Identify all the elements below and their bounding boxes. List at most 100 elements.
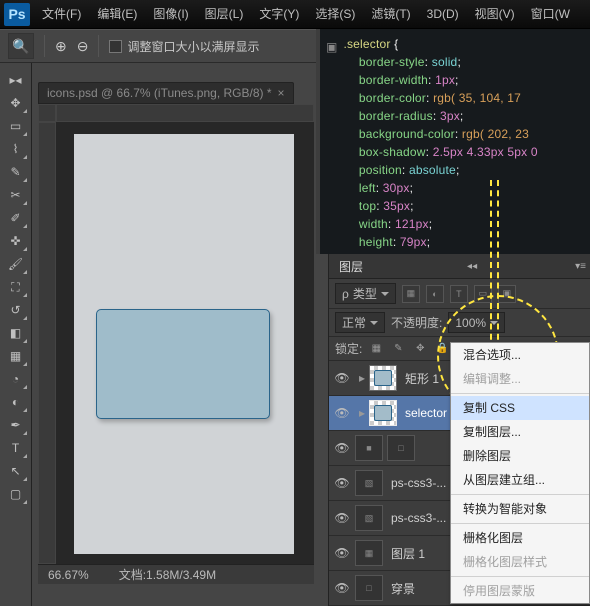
menu-convert-smart[interactable]: 转换为智能对象 (451, 497, 589, 521)
layers-tab[interactable]: 图层 (329, 258, 373, 275)
path-select-tool[interactable]: ↖ (4, 460, 28, 482)
menu-window[interactable]: 窗口(W (523, 0, 578, 29)
visibility-icon[interactable]: 👁 (329, 371, 355, 385)
visibility-icon[interactable]: 👁 (329, 441, 355, 455)
dodge-tool[interactable]: ◐ (4, 391, 28, 413)
gradient-tool[interactable]: ▦ (4, 345, 28, 367)
lock-position-icon[interactable]: ✥ (412, 341, 428, 357)
menu-edit[interactable]: 编辑(E) (89, 0, 145, 29)
menu-view[interactable]: 视图(V) (467, 0, 523, 29)
quick-select-tool[interactable]: ✎ (4, 161, 28, 183)
layer-thumb[interactable]: ▧ (355, 470, 383, 496)
separator (451, 494, 589, 495)
marquee-tool[interactable]: ▭ (4, 115, 28, 137)
current-tool-icon[interactable]: 🔍 (8, 33, 34, 59)
eyedropper-tool[interactable]: ✐ (4, 207, 28, 229)
collapse-icon[interactable]: ◂◂ (463, 261, 481, 272)
lasso-tool[interactable]: ⌇ (4, 138, 28, 160)
context-menu: 混合选项... 编辑调整... 复制 CSS 复制图层... 删除图层 从图层建… (450, 342, 590, 604)
type-tool[interactable]: T (4, 437, 28, 459)
visibility-icon[interactable]: 👁 (329, 581, 355, 595)
layer-thumb[interactable]: ■ (355, 435, 383, 461)
ps-logo: Ps (4, 3, 30, 26)
separator (98, 35, 99, 57)
menu-blend-options[interactable]: 混合选项... (451, 343, 589, 367)
menu-rasterize-style: 栅格化图层样式 (451, 550, 589, 574)
filter-smart-icon[interactable]: ▣ (498, 285, 516, 303)
layer-mask-thumb[interactable]: □ (387, 435, 415, 461)
menu-select[interactable]: 选择(S) (307, 0, 363, 29)
expand-icon[interactable]: ▸ (355, 371, 369, 385)
visibility-icon[interactable]: 👁 (329, 406, 355, 420)
shape-rectangle[interactable] (96, 309, 270, 419)
menu-rasterize-layer[interactable]: 栅格化图层 (451, 526, 589, 550)
fit-window-checkbox[interactable]: 调整窗口大小以满屏显示 (109, 38, 259, 55)
menu-delete-layer[interactable]: 删除图层 (451, 444, 589, 468)
layer-name: 矩形 1 (405, 370, 439, 387)
lock-label: 锁定: (335, 340, 362, 357)
ruler-vertical[interactable] (38, 122, 56, 564)
tools-panel: ▸◂ ✥ ▭ ⌇ ✎ ✂ ✐ ✜ 🖌 ⛶ ↺ ◧ ▦ ◔ ◐ ✒ T ↖ ▢ (0, 63, 32, 606)
opacity-label: 不透明度: (391, 314, 442, 331)
layer-name: 穿景 (391, 580, 415, 597)
layer-thumb[interactable] (369, 365, 397, 391)
canvas[interactable] (74, 134, 294, 554)
history-brush-tool[interactable]: ↺ (4, 299, 28, 321)
layer-name: selector (405, 406, 447, 420)
annotation-line (490, 180, 492, 350)
fit-window-label: 调整窗口大小以满屏显示 (127, 38, 259, 55)
visibility-icon[interactable]: 👁 (329, 476, 355, 490)
menu-3d[interactable]: 3D(D) (419, 0, 467, 29)
expand-icon[interactable]: ▸ (355, 406, 369, 420)
filter-type-icon[interactable]: T (450, 285, 468, 303)
filter-pixel-icon[interactable]: ▦ (402, 285, 420, 303)
rect-tool[interactable]: ▢ (4, 483, 28, 505)
close-icon[interactable]: × (278, 86, 285, 100)
status-bar: 66.67% 文档:1.58M/3.49M (38, 564, 314, 584)
layer-thumb[interactable] (369, 400, 397, 426)
visibility-icon[interactable]: 👁 (329, 546, 355, 560)
eraser-tool[interactable]: ◧ (4, 322, 28, 344)
menu-type[interactable]: 文字(Y) (251, 0, 307, 29)
panel-menu-icon[interactable]: ▾≡ (571, 261, 590, 272)
document-tab-bar: icons.psd @ 66.7% (iTunes.png, RGB/8) * … (38, 82, 294, 104)
menu-copy-css[interactable]: 复制 CSS (451, 396, 589, 420)
zoom-out-icon[interactable]: ⊖ (77, 38, 89, 55)
document-tab[interactable]: icons.psd @ 66.7% (iTunes.png, RGB/8) * … (38, 82, 294, 104)
lock-pixels-icon[interactable]: ✎ (390, 341, 406, 357)
menu-group-from-layers[interactable]: 从图层建立组... (451, 468, 589, 492)
ruler-corner (38, 104, 56, 122)
layer-thumb[interactable]: □ (355, 575, 383, 601)
handle-icon[interactable]: ▸◂ (4, 69, 28, 91)
menubar: Ps 文件(F) 编辑(E) 图像(I) 图层(L) 文字(Y) 选择(S) 滤… (0, 0, 590, 29)
lock-transparent-icon[interactable]: ▦ (368, 341, 384, 357)
brush-tool[interactable]: 🖌 (4, 253, 28, 275)
move-tool[interactable]: ✥ (4, 92, 28, 114)
filter-type-dropdown[interactable]: ρ 类型 (335, 283, 396, 304)
doc-size: 文档:1.58M/3.49M (119, 566, 216, 583)
menu-duplicate-layer[interactable]: 复制图层... (451, 420, 589, 444)
pen-tool[interactable]: ✒ (4, 414, 28, 436)
menu-disable-mask: 停用图层蒙版 (451, 579, 589, 603)
collapse-icon[interactable]: ▣ (326, 39, 336, 49)
stamp-tool[interactable]: ⛶ (4, 276, 28, 298)
zoom-in-icon[interactable]: ⊕ (55, 38, 67, 55)
lock-all-icon[interactable]: 🔒 (434, 341, 450, 357)
menu-layer[interactable]: 图层(L) (197, 0, 252, 29)
zoom-level[interactable]: 66.67% (48, 568, 89, 582)
canvas-area: 66.67% 文档:1.58M/3.49M (38, 104, 314, 584)
menu-file[interactable]: 文件(F) (34, 0, 89, 29)
visibility-icon[interactable]: 👁 (329, 511, 355, 525)
menu-image[interactable]: 图像(I) (145, 0, 196, 29)
layer-name: ps-css3-... (391, 476, 446, 490)
layer-name: 图层 1 (391, 545, 425, 562)
blur-tool[interactable]: ◔ (4, 368, 28, 390)
filter-adjust-icon[interactable]: ◐ (426, 285, 444, 303)
menu-filter[interactable]: 滤镜(T) (363, 0, 418, 29)
layer-thumb[interactable]: ▧ (355, 505, 383, 531)
blend-mode-dropdown[interactable]: 正常 (335, 312, 385, 333)
layer-thumb[interactable]: ▦ (355, 540, 383, 566)
crop-tool[interactable]: ✂ (4, 184, 28, 206)
heal-tool[interactable]: ✜ (4, 230, 28, 252)
ruler-horizontal[interactable] (56, 104, 314, 122)
